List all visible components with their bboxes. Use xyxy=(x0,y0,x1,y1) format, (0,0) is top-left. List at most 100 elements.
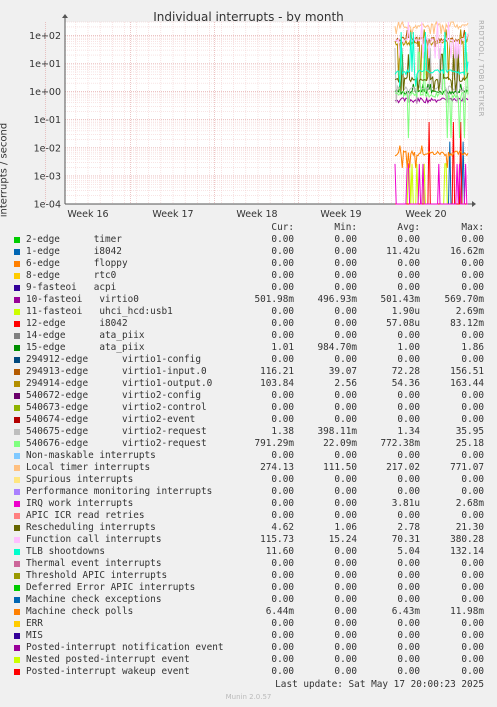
legend-swatch xyxy=(14,609,20,615)
legend-value-cur: 0.00 xyxy=(271,246,294,257)
legend-swatch xyxy=(14,585,20,591)
legend-swatch xyxy=(14,621,20,627)
legend-value-min: 111.50 xyxy=(323,462,357,473)
legend-swatch xyxy=(14,393,20,399)
legend-label: Threshold APIC interrupts xyxy=(26,570,168,581)
legend-value-min: 0.00 xyxy=(334,318,357,329)
legend-value-max: 0.00 xyxy=(461,666,484,677)
legend-value-cur: 0.00 xyxy=(271,582,294,593)
legend-value-cur: 0.00 xyxy=(271,510,294,521)
legend-value-cur: 0.00 xyxy=(271,258,294,269)
legend-value-avg: 0.00 xyxy=(397,354,420,365)
legend-swatch xyxy=(14,297,20,303)
legend-value-max: 0.00 xyxy=(461,618,484,629)
legend-value-min: 0.00 xyxy=(334,246,357,257)
legend-label: Spurious interrupts xyxy=(26,474,134,485)
legend-value-cur: 116.21 xyxy=(260,366,294,377)
legend-swatch xyxy=(14,405,20,411)
legend-value-min: 0.00 xyxy=(334,402,357,413)
legend-row: 540675-edge virtio2-request 1.38 398.11m 1.… xyxy=(0,426,497,438)
legend-value-max: 0.00 xyxy=(461,330,484,341)
legend-swatch xyxy=(14,537,20,543)
legend-row: 540676-edge virtio2-request 791.29m 22.09m… xyxy=(0,438,497,450)
legend-value-max: 0.00 xyxy=(461,642,484,653)
legend-value-cur: 6.44m xyxy=(265,606,294,617)
legend-swatch xyxy=(14,561,20,567)
legend-value-min: 0.00 xyxy=(334,546,357,557)
legend-label: 540674-edge virtio2-event xyxy=(26,414,196,425)
legend-value-max: 156.51 xyxy=(450,366,484,377)
legend-value-avg: 0.00 xyxy=(397,270,420,281)
legend-value-avg: 72.28 xyxy=(391,366,420,377)
legend-value-cur: 1.01 xyxy=(271,342,294,353)
legend-swatch xyxy=(14,309,20,315)
legend-value-max: 771.07 xyxy=(450,462,484,473)
legend-row: 540674-edge virtio2-event 0.00 0.00 0.00 0.0… xyxy=(0,414,497,426)
legend-value-avg: 0.00 xyxy=(397,666,420,677)
legend-swatch xyxy=(14,513,20,519)
legend-value-max: 0.00 xyxy=(461,354,484,365)
legend-value-min: 0.00 xyxy=(334,330,357,341)
legend-row: Machine check exceptions 0.00 0.00 0.00 0.00 xyxy=(0,594,497,606)
legend-label: Thermal event interrupts xyxy=(26,558,162,569)
legend-row: Nested posted-interrupt event 0.00 0.00 0.0… xyxy=(0,654,497,666)
legend-value-cur: 0.00 xyxy=(271,354,294,365)
legend-value-min: 0.00 xyxy=(334,630,357,641)
legend-label: 540672-edge virtio2-config xyxy=(26,390,201,401)
legend-value-avg: 0.00 xyxy=(397,654,420,665)
legend-value-max: 2.68m xyxy=(455,498,484,509)
legend-row: Performance monitoring interrupts 0.00 0.0… xyxy=(0,486,497,498)
legend-row: ERR 0.00 0.00 0.00 0.00 xyxy=(0,618,497,630)
legend-label: Performance monitoring interrupts xyxy=(26,486,213,497)
legend-swatch xyxy=(14,345,20,351)
legend-value-avg: 54.36 xyxy=(391,378,420,389)
legend-value-cur: 501.98m xyxy=(254,294,294,305)
legend-row: Local timer interrupts 274.13 111.50 217.02… xyxy=(0,462,497,474)
legend-value-cur: 0.00 xyxy=(271,450,294,461)
legend-value-avg: 0.00 xyxy=(397,630,420,641)
legend-label: Machine check exceptions xyxy=(26,594,162,605)
legend-value-avg: 0.00 xyxy=(397,282,420,293)
legend-label: Posted-interrupt notification event xyxy=(26,642,224,653)
legend-label: 8-edge rtc0 xyxy=(26,270,117,281)
legend-swatch xyxy=(14,381,20,387)
legend-label: Rescheduling interrupts xyxy=(26,522,156,533)
legend-value-cur: 0.00 xyxy=(271,486,294,497)
legend-row: MIS 0.00 0.00 0.00 0.00 xyxy=(0,630,497,642)
legend-label: Deferred Error APIC interrupts xyxy=(26,582,196,593)
legend-value-avg: 0.00 xyxy=(397,642,420,653)
legend-row: 9-fasteoi acpi 0.00 0.00 0.00 0.00 xyxy=(0,282,497,294)
legend-value-avg: 0.00 xyxy=(397,594,420,605)
legend-value-max: 0.00 xyxy=(461,234,484,245)
legend-value-avg: 1.34 xyxy=(397,426,420,437)
legend-swatch xyxy=(14,525,20,531)
legend-row: 1-edge i8042 0.00 0.00 11.42u 16.62m xyxy=(0,246,497,258)
col-header-max: Max: xyxy=(461,222,484,233)
legend-label: Posted-interrupt wakeup event xyxy=(26,666,190,677)
legend-value-avg: 0.00 xyxy=(397,558,420,569)
legend-value-avg: 0.00 xyxy=(397,474,420,485)
legend-value-cur: 0.00 xyxy=(271,642,294,653)
legend-value-cur: 0.00 xyxy=(271,282,294,293)
legend-value-max: 0.00 xyxy=(461,414,484,425)
legend-row: 294913-edge virtio1-input.0 116.21 39.07 72… xyxy=(0,366,497,378)
legend-value-min: 0.00 xyxy=(334,558,357,569)
legend-value-avg: 0.00 xyxy=(397,450,420,461)
legend-label: 12-edge i8042 xyxy=(26,318,128,329)
legend-value-min: 0.00 xyxy=(334,654,357,665)
legend-value-max: 163.44 xyxy=(450,378,484,389)
legend-value-min: 0.00 xyxy=(334,618,357,629)
legend-value-min: 15.24 xyxy=(328,534,357,545)
legend-value-avg: 0.00 xyxy=(397,510,420,521)
legend-swatch xyxy=(14,417,20,423)
legend-value-max: 569.70m xyxy=(444,294,484,305)
legend-value-avg: 0.00 xyxy=(397,402,420,413)
legend-label: APIC ICR read retries xyxy=(26,510,145,521)
legend-row: Posted-interrupt notification event 0.00 0… xyxy=(0,642,497,654)
legend-label: 540673-edge virtio2-control xyxy=(26,402,207,413)
legend-label: Nested posted-interrupt event xyxy=(26,654,190,665)
legend-value-max: 35.95 xyxy=(455,426,484,437)
legend-value-max: 0.00 xyxy=(461,510,484,521)
legend-value-max: 83.12m xyxy=(450,318,484,329)
legend-value-min: 39.07 xyxy=(328,366,357,377)
